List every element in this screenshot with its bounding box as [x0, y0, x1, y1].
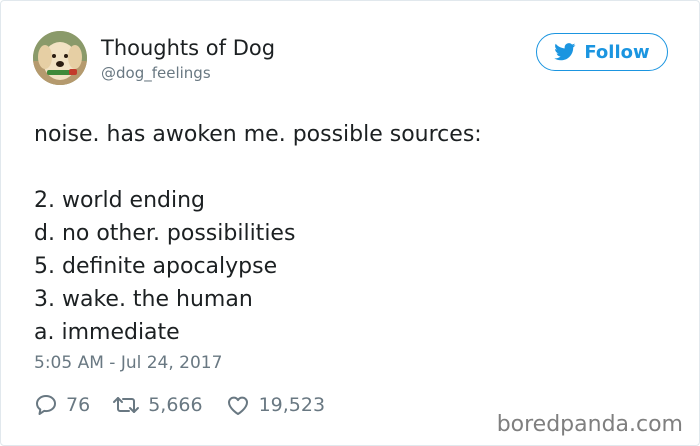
- reply-icon: [36, 395, 56, 415]
- tweet-line: d. no other. possibilities: [34, 221, 296, 246]
- site-watermark: boredpanda.com: [496, 412, 683, 437]
- twitter-bird-icon: [554, 43, 576, 61]
- tweet-timestamp[interactable]: 5:05 AM - Jul 24, 2017: [34, 351, 222, 375]
- tweet-line: a. immediate: [34, 320, 180, 345]
- tweet-card: Thoughts of Dog @dog_feelings Follow noi…: [0, 0, 700, 446]
- follow-button[interactable]: Follow: [536, 33, 668, 71]
- like-count: 19,523: [258, 394, 326, 416]
- reply-count: 76: [66, 394, 91, 416]
- tweet-line: noise. has awoken me. possible sources:: [34, 122, 482, 147]
- like-action[interactable]: 19,523: [225, 394, 325, 416]
- dog-avatar-icon: [33, 31, 87, 85]
- author-avatar[interactable]: [33, 31, 87, 85]
- retweet-action[interactable]: 5,666: [112, 394, 203, 416]
- tweet-line: 5. definite apocalypse: [34, 254, 278, 279]
- follow-button-label: Follow: [584, 41, 650, 63]
- tweet-line: 3. wake. the human: [34, 287, 253, 312]
- author-handle[interactable]: @dog_feelings: [101, 63, 211, 83]
- tweet-actions: 76 5,666 19,523: [34, 391, 347, 419]
- author-display-name[interactable]: Thoughts of Dog: [101, 35, 275, 61]
- retweet-icon: [113, 397, 140, 413]
- retweet-count: 5,666: [148, 394, 203, 416]
- heart-icon: [227, 396, 248, 415]
- reply-action[interactable]: 76: [34, 394, 90, 416]
- tweet-text: noise. has awoken me. possible sources: …: [34, 118, 664, 349]
- tweet-line: 2. world ending: [34, 188, 206, 213]
